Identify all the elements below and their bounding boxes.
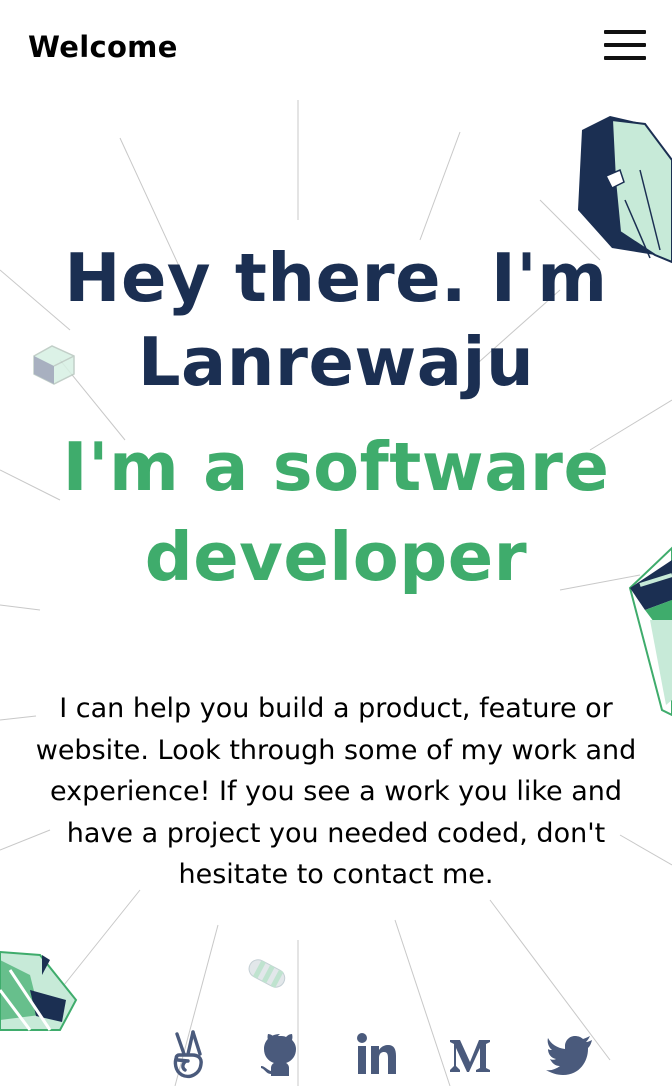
crystal-shape-bottom-left — [0, 950, 78, 1031]
intro-paragraph: I can help you build a product, feature … — [35, 693, 637, 890]
linkedin-icon[interactable] — [352, 1028, 400, 1080]
menu-bar-bottom — [604, 56, 646, 60]
hamburger-menu-icon[interactable] — [604, 30, 648, 62]
capsule-shape — [248, 959, 286, 988]
brand-title[interactable]: Welcome — [28, 30, 178, 64]
medium-icon[interactable] — [446, 1028, 494, 1080]
angellist-icon[interactable] — [164, 1028, 212, 1080]
social-links — [160, 1028, 600, 1080]
menu-bar-top — [604, 30, 646, 34]
page: Welcome Hey there. I'm Lanrewaju I'm a s… — [0, 0, 672, 1086]
twitter-icon[interactable] — [544, 1028, 592, 1080]
hero-subheadline: I'm a software developer — [62, 428, 610, 596]
github-icon[interactable] — [256, 1028, 304, 1080]
hero-section: Hey there. I'm Lanrewaju I'm a software … — [0, 236, 672, 602]
menu-bar-middle — [604, 43, 646, 47]
site-header: Welcome — [0, 0, 672, 100]
hero-headline: Hey there. I'm Lanrewaju — [64, 239, 608, 401]
